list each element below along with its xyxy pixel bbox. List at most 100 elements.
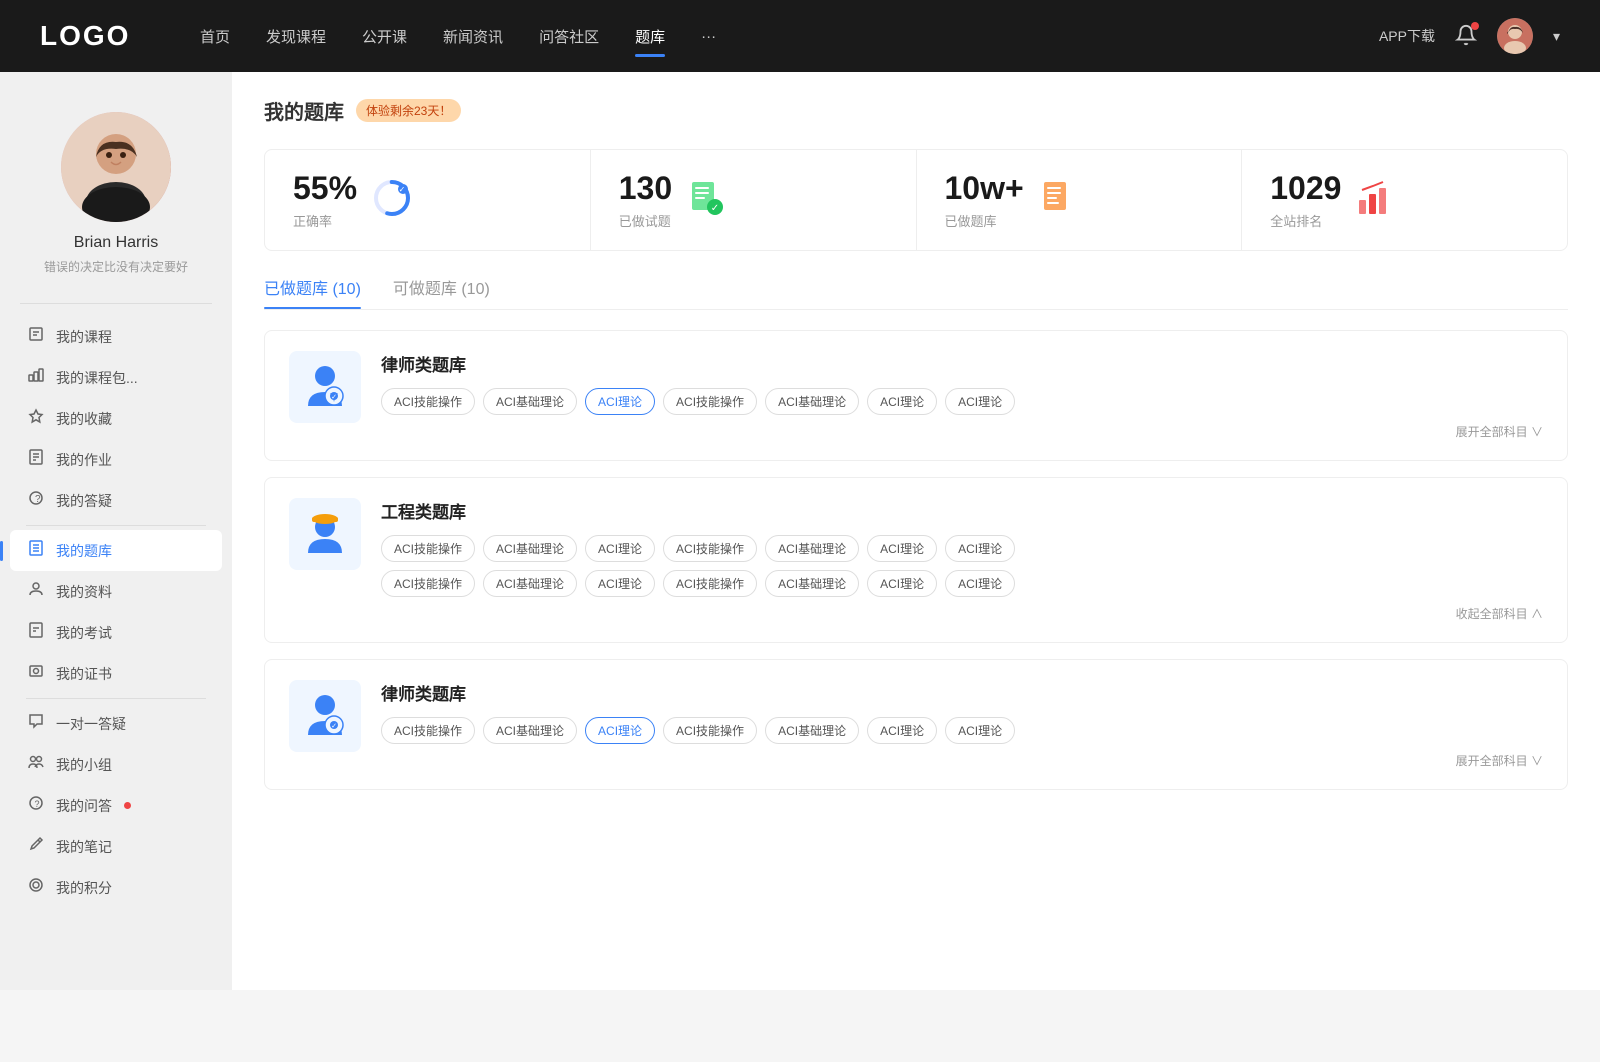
qbank-info-lawyer: 律师类题库 ACI技能操作 ACI基础理论 ACI理论 ACI技能操作 ACI基… — [381, 351, 1543, 440]
tag-eng-0[interactable]: ACI技能操作 — [381, 535, 475, 562]
tag-l2-4[interactable]: ACI基础理论 — [765, 717, 859, 744]
stat-done-questions: 130 已做试题 ✓ — [591, 150, 917, 250]
tab-done[interactable]: 已做题库 (10) — [264, 275, 361, 309]
lawyer-icon-wrap: ✓ — [289, 351, 361, 423]
tag-l2-0[interactable]: ACI技能操作 — [381, 717, 475, 744]
tag-lawyer-4[interactable]: ACI基础理论 — [765, 388, 859, 415]
tag-l2-2[interactable]: ACI理论 — [585, 717, 655, 744]
nav-discover[interactable]: 发现课程 — [266, 22, 326, 51]
sidebar-item-qa[interactable]: ? 我的答疑 — [10, 480, 222, 521]
sidebar-item-course[interactable]: 我的课程 — [10, 316, 222, 357]
nav-news[interactable]: 新闻资讯 — [443, 22, 503, 51]
tag-lawyer-1[interactable]: ACI基础理论 — [483, 388, 577, 415]
profile-motto: 错误的决定比没有决定要好 — [44, 258, 188, 275]
tag-lawyer-6[interactable]: ACI理论 — [945, 388, 1015, 415]
stat-value-qbanks: 10w+ 已做题库 — [945, 170, 1024, 230]
tag-eng2-2[interactable]: ACI理论 — [585, 570, 655, 597]
page-header: 我的题库 体验剩余23天！ — [264, 96, 1568, 125]
tag-eng-5[interactable]: ACI理论 — [867, 535, 937, 562]
app-download-button[interactable]: APP下载 — [1379, 26, 1435, 46]
main-layout: Brian Harris 错误的决定比没有决定要好 我的课程 我的课程包... — [0, 72, 1600, 990]
tag-lawyer-0[interactable]: ACI技能操作 — [381, 388, 475, 415]
tag-eng2-4[interactable]: ACI基础理论 — [765, 570, 859, 597]
tag-lawyer-5[interactable]: ACI理论 — [867, 388, 937, 415]
nav-qbank[interactable]: 题库 — [635, 22, 665, 51]
tag-eng-4[interactable]: ACI基础理论 — [765, 535, 859, 562]
nav-more[interactable]: ··· — [701, 24, 716, 49]
sidebar-item-profile[interactable]: 我的资料 — [10, 571, 222, 612]
tag-lawyer-3[interactable]: ACI技能操作 — [663, 388, 757, 415]
nav-home[interactable]: 首页 — [200, 22, 230, 51]
group-icon — [26, 754, 46, 775]
rank-icon — [1357, 180, 1393, 221]
tags-lawyer: ACI技能操作 ACI基础理论 ACI理论 ACI技能操作 ACI基础理论 AC… — [381, 388, 1543, 415]
sidebar-menu: 我的课程 我的课程包... 我的收藏 我的作业 — [0, 316, 232, 908]
profile-icon — [26, 581, 46, 602]
qbank-title-engineer: 工程类题库 — [381, 498, 1543, 523]
stats-row: 55% 正确率 ✓ 130 已做试题 — [264, 149, 1568, 251]
sidebar-label-favorites: 我的收藏 — [56, 409, 112, 429]
tutor-icon — [26, 713, 46, 734]
sidebar-item-favorites[interactable]: 我的收藏 — [10, 398, 222, 439]
tag-eng-2[interactable]: ACI理论 — [585, 535, 655, 562]
tags-engineer-row1: ACI技能操作 ACI基础理论 ACI理论 ACI技能操作 ACI基础理论 AC… — [381, 535, 1543, 562]
nav-opencourse[interactable]: 公开课 — [362, 22, 407, 51]
sidebar-item-homework[interactable]: 我的作业 — [10, 439, 222, 480]
tag-eng2-6[interactable]: ACI理论 — [945, 570, 1015, 597]
sidebar-item-notes[interactable]: 我的笔记 — [10, 826, 222, 867]
sidebar-item-points[interactable]: 我的积分 — [10, 867, 222, 908]
tag-l2-5[interactable]: ACI理论 — [867, 717, 937, 744]
tag-eng2-3[interactable]: ACI技能操作 — [663, 570, 757, 597]
tag-eng-6[interactable]: ACI理论 — [945, 535, 1015, 562]
notification-bell[interactable] — [1455, 24, 1477, 49]
tag-eng2-5[interactable]: ACI理论 — [867, 570, 937, 597]
sidebar-label-qbank: 我的题库 — [56, 541, 112, 561]
sidebar-label-exam: 我的考试 — [56, 623, 112, 643]
sidebar-label-profile: 我的资料 — [56, 582, 112, 602]
stat-value-done: 130 已做试题 — [619, 170, 672, 230]
tag-l2-6[interactable]: ACI理论 — [945, 717, 1015, 744]
header-right: APP下载 ▾ — [1379, 18, 1560, 54]
tag-eng-3[interactable]: ACI技能操作 — [663, 535, 757, 562]
tag-lawyer-2[interactable]: ACI理论 — [585, 388, 655, 415]
svg-text:?: ? — [35, 494, 41, 505]
tag-eng2-0[interactable]: ACI技能操作 — [381, 570, 475, 597]
sidebar-item-myqa[interactable]: ? 我的问答 — [10, 785, 222, 826]
tags-engineer-row2: ACI技能操作 ACI基础理论 ACI理论 ACI技能操作 ACI基础理论 AC… — [381, 570, 1543, 597]
sidebar-item-exam[interactable]: 我的考试 — [10, 612, 222, 653]
nav-qa[interactable]: 问答社区 — [539, 22, 599, 51]
qbank-info-engineer: 工程类题库 ACI技能操作 ACI基础理论 ACI理论 ACI技能操作 ACI基… — [381, 498, 1543, 622]
sidebar-item-certificate[interactable]: 我的证书 — [10, 653, 222, 694]
tags-lawyer2: ACI技能操作 ACI基础理论 ACI理论 ACI技能操作 ACI基础理论 AC… — [381, 717, 1543, 744]
sidebar-item-qbank[interactable]: 我的题库 — [10, 530, 222, 571]
tag-eng2-1[interactable]: ACI基础理论 — [483, 570, 577, 597]
stat-value-rank: 1029 全站排名 — [1270, 170, 1341, 230]
sidebar-label-course: 我的课程 — [56, 327, 112, 347]
tag-eng-1[interactable]: ACI基础理论 — [483, 535, 577, 562]
expand-lawyer[interactable]: 展开全部科目 ∨ — [381, 423, 1543, 440]
sidebar-label-myqa: 我的问答 — [56, 796, 112, 816]
expand-lawyer2[interactable]: 展开全部科目 ∨ — [381, 752, 1543, 769]
collapse-engineer[interactable]: 收起全部科目 ∧ — [381, 605, 1543, 622]
sidebar-item-group[interactable]: 我的小组 — [10, 744, 222, 785]
sidebar-label-points: 我的积分 — [56, 878, 112, 898]
sidebar-label-qa: 我的答疑 — [56, 491, 112, 511]
profile-name: Brian Harris — [74, 234, 158, 252]
svg-text:✓: ✓ — [399, 185, 406, 194]
user-dropdown-arrow[interactable]: ▾ — [1553, 28, 1560, 45]
tab-todo[interactable]: 可做题库 (10) — [393, 275, 490, 309]
tag-l2-1[interactable]: ACI基础理论 — [483, 717, 577, 744]
qbank-card-lawyer: ✓ 律师类题库 ACI技能操作 ACI基础理论 ACI理论 ACI技能操作 AC… — [264, 330, 1568, 461]
header: LOGO 首页 发现课程 公开课 新闻资讯 问答社区 题库 ··· APP下载 — [0, 0, 1600, 72]
sidebar-label-tutor: 一对一答疑 — [56, 714, 126, 734]
tag-l2-3[interactable]: ACI技能操作 — [663, 717, 757, 744]
sidebar-label-homework: 我的作业 — [56, 450, 112, 470]
logo[interactable]: LOGO — [40, 20, 140, 52]
sidebar-item-course-pkg[interactable]: 我的课程包... — [10, 357, 222, 398]
sidebar-item-tutor[interactable]: 一对一答疑 — [10, 703, 222, 744]
sidebar-label-course-pkg: 我的课程包... — [56, 368, 138, 388]
engineer-icon-wrap — [289, 498, 361, 570]
user-avatar[interactable] — [1497, 18, 1533, 54]
sidebar-label-certificate: 我的证书 — [56, 664, 112, 684]
qbank-title-lawyer2: 律师类题库 — [381, 680, 1543, 705]
